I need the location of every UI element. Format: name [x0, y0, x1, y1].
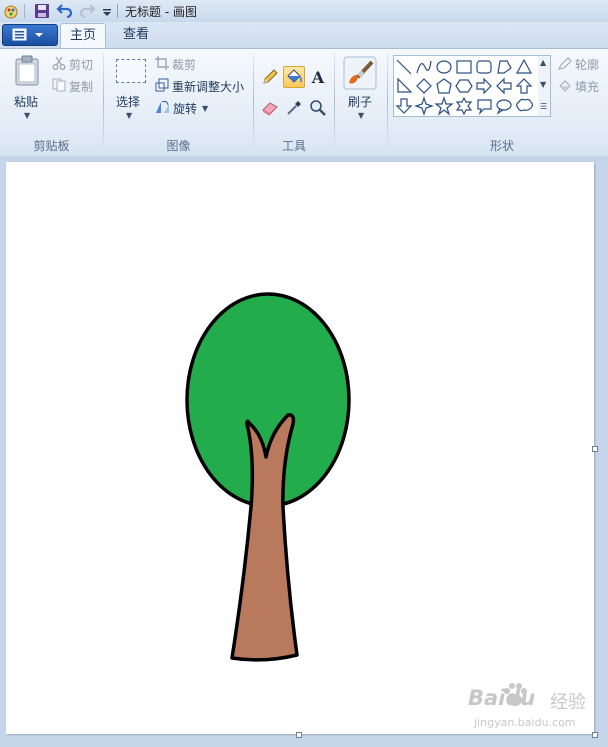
- shape-hexagon[interactable]: [455, 79, 473, 93]
- drawing-canvas[interactable]: [6, 162, 594, 734]
- tab-view[interactable]: 查看: [114, 23, 158, 47]
- shape-curve[interactable]: [416, 60, 432, 74]
- magnifier-icon: [310, 100, 326, 116]
- gallery-scroll-down[interactable]: ▼: [540, 80, 546, 89]
- rotate-dropdown-arrow[interactable]: ▼: [202, 104, 208, 113]
- gallery-scroll-up[interactable]: ▲: [540, 58, 546, 67]
- brushes-dropdown-arrow[interactable]: ▼: [358, 111, 364, 120]
- tools-group-label: 工具: [281, 139, 306, 153]
- copy-button[interactable]: 复制: [69, 78, 93, 95]
- paste-button[interactable]: 粘贴: [14, 93, 38, 110]
- window-title: 无标题 - 画图: [125, 5, 197, 19]
- magnifier-tool[interactable]: [307, 97, 329, 119]
- paw-icon: [504, 683, 527, 706]
- image-group-label: 图像: [166, 139, 191, 153]
- canvas-resize-handle-bottom[interactable]: [296, 732, 302, 738]
- paint-bucket-icon: [287, 69, 302, 83]
- select-button[interactable]: 选择: [116, 93, 140, 110]
- rotate-icon: [156, 100, 169, 113]
- shape-down-arrow[interactable]: [395, 98, 413, 114]
- shape-rounded-rectangle[interactable]: [476, 60, 492, 74]
- fill-tool[interactable]: [283, 66, 305, 88]
- rotate-button[interactable]: 旋转: [173, 100, 197, 117]
- shape-right-triangle[interactable]: [397, 77, 413, 93]
- color-picker-tool[interactable]: [283, 97, 305, 119]
- shape-rectangle[interactable]: [456, 60, 472, 74]
- redo-icon[interactable]: [78, 2, 96, 20]
- canvas-workspace: [0, 156, 608, 747]
- menu-icon: [12, 28, 43, 41]
- scissors-icon: [52, 56, 66, 70]
- watermark-url: jingyan.baidu.com: [474, 716, 576, 729]
- baidu-jingyan-watermark: Baidu 经验 jingyan.baidu.com: [466, 680, 606, 736]
- eraser-icon: [262, 102, 278, 116]
- text-icon: A: [311, 68, 325, 87]
- shape-triangle[interactable]: [515, 58, 533, 74]
- brush-icon[interactable]: [343, 56, 377, 90]
- title-bar: 无标题 - 画图: [0, 0, 608, 23]
- shape-six-point-star[interactable]: [455, 96, 473, 116]
- fill-button[interactable]: 填充: [575, 78, 599, 95]
- shape-oval-callout[interactable]: [496, 99, 512, 115]
- clipboard-group-label: 剪贴板: [33, 139, 70, 153]
- save-icon[interactable]: [33, 2, 51, 20]
- paint-menu-button[interactable]: [2, 24, 58, 46]
- shape-rounded-callout[interactable]: [477, 99, 492, 115]
- shape-pentagon[interactable]: [436, 78, 452, 94]
- cut-button[interactable]: 剪切: [69, 56, 93, 73]
- shape-polygon[interactable]: [497, 60, 512, 74]
- clipboard-icon[interactable]: [13, 55, 41, 87]
- outline-icon: [558, 57, 572, 70]
- text-tool[interactable]: A: [307, 66, 329, 88]
- select-icon[interactable]: [116, 59, 146, 83]
- shape-cloud-callout[interactable]: [516, 98, 534, 112]
- watermark-jingyan: 经验: [550, 692, 586, 713]
- shape-up-arrow[interactable]: [515, 78, 533, 94]
- shapes-gallery: [393, 55, 540, 117]
- qat-separator: [24, 4, 25, 18]
- ribbon-home: 粘贴 ▼ 剪切 复制 剪贴板 选择 ▼ 裁剪 重新调整大小 旋转 ▼ 图像 A …: [0, 48, 608, 158]
- title-separator: [117, 4, 118, 18]
- eraser-tool[interactable]: [259, 97, 281, 119]
- group-separator: [334, 53, 335, 151]
- brushes-button[interactable]: 刷子: [348, 93, 372, 110]
- select-dropdown-arrow[interactable]: ▼: [126, 111, 132, 120]
- paste-dropdown-arrow[interactable]: ▼: [24, 111, 30, 120]
- shapes-group-label: 形状: [489, 139, 514, 153]
- tab-home[interactable]: 主页: [60, 23, 106, 48]
- svg-text:A: A: [311, 68, 325, 87]
- shape-four-point-star[interactable]: [414, 96, 434, 116]
- ribbon-tab-row: 主页 查看: [0, 22, 608, 48]
- copy-icon: [52, 78, 66, 92]
- shape-right-arrow[interactable]: [476, 77, 492, 95]
- paint-app-icon[interactable]: [2, 2, 20, 20]
- shape-oval[interactable]: [436, 60, 452, 74]
- fill-shape-icon: [559, 80, 571, 92]
- gallery-expand[interactable]: ☰: [540, 102, 547, 111]
- eyedropper-icon: [287, 101, 301, 115]
- resize-button[interactable]: 重新调整大小: [172, 78, 244, 95]
- undo-icon[interactable]: [56, 2, 74, 20]
- canvas-resize-handle-right[interactable]: [592, 446, 598, 452]
- pencil-icon: [263, 69, 278, 84]
- resize-icon: [155, 78, 169, 92]
- shapes-gallery-grid: [395, 58, 534, 116]
- pencil-tool[interactable]: [259, 66, 281, 88]
- shape-line[interactable]: [395, 58, 413, 76]
- crop-button[interactable]: 裁剪: [172, 56, 196, 73]
- tree-drawing: [185, 292, 351, 662]
- shape-five-point-star[interactable]: [434, 96, 454, 116]
- crop-icon: [155, 56, 169, 70]
- shape-diamond[interactable]: [416, 78, 432, 94]
- shapes-gallery-scroll: ▲ ▼ ☰: [538, 55, 551, 117]
- outline-button[interactable]: 轮廓: [575, 56, 599, 73]
- customize-qat-icon[interactable]: [98, 2, 116, 20]
- shape-left-arrow[interactable]: [496, 77, 512, 95]
